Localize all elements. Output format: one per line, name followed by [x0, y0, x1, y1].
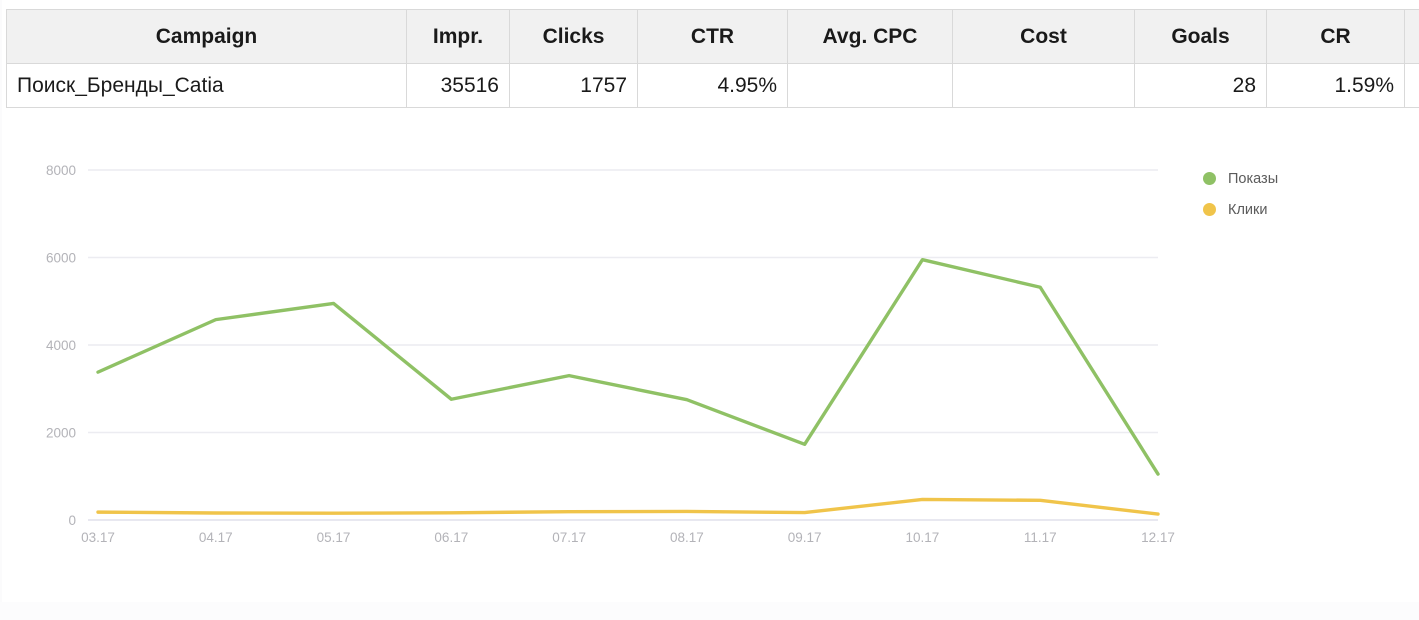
x-axis-tick-label: 10.17 [906, 530, 940, 545]
column-header-cost[interactable]: Cost [952, 9, 1135, 64]
y-axis-tick-label: 0 [68, 513, 76, 528]
column-header-goals[interactable]: Goals [1134, 9, 1267, 64]
cell-overflow [1404, 63, 1419, 108]
legend-label-clicks: Клики [1228, 201, 1268, 218]
chart-series-line[interactable] [96, 257, 1160, 476]
campaign-report-table-container: Campaign Impr. Clicks CTR Avg. CPC Cost … [6, 9, 1419, 108]
x-axis-tick-label: 04.17 [199, 530, 233, 545]
y-axis-tick-label: 8000 [46, 163, 76, 178]
cell-impr: 35516 [406, 63, 510, 108]
x-axis-tick-label: 09.17 [788, 530, 822, 545]
column-header-campaign[interactable]: Campaign [6, 9, 407, 64]
x-axis-tick-label: 12.17 [1141, 530, 1175, 545]
table-header-row: Campaign Impr. Clicks CTR Avg. CPC Cost … [6, 9, 1419, 64]
cell-avg-cpc [787, 63, 953, 108]
cell-goals: 28 [1134, 63, 1267, 108]
y-axis-tick-label: 4000 [46, 338, 76, 353]
chart-legend: Показы Клики [1203, 163, 1383, 225]
x-axis-tick-label: 06.17 [434, 530, 468, 545]
x-axis-tick-label: 08.17 [670, 530, 704, 545]
x-axis-tick-label: 03.17 [81, 530, 115, 545]
campaign-report-table: Campaign Impr. Clicks CTR Avg. CPC Cost … [6, 9, 1419, 108]
x-axis-tick-label: 11.17 [1024, 530, 1057, 545]
report-screenshot: Campaign Impr. Clicks CTR Avg. CPC Cost … [0, 0, 1419, 620]
chart-series-line[interactable] [96, 497, 1160, 516]
column-header-ctr[interactable]: CTR [637, 9, 788, 64]
legend-item-clicks[interactable]: Клики [1203, 194, 1383, 225]
legend-color-dot-icon [1203, 203, 1216, 216]
column-header-overflow [1404, 9, 1419, 64]
column-header-avg-cpc[interactable]: Avg. CPC [787, 9, 953, 64]
x-axis-tick-label: 07.17 [552, 530, 586, 545]
legend-item-impressions[interactable]: Показы [1203, 163, 1383, 194]
cell-clicks: 1757 [509, 63, 638, 108]
x-axis-tick-label: 05.17 [317, 530, 351, 545]
legend-label-impressions: Показы [1228, 170, 1279, 187]
bottom-edge-rule [0, 602, 1419, 620]
table-row[interactable]: Поиск_Бренды_Catia 35516 1757 4.95% 28 1… [6, 63, 1419, 108]
cell-campaign-name: Поиск_Бренды_Catia [6, 63, 407, 108]
cell-ctr: 4.95% [637, 63, 788, 108]
legend-color-dot-icon [1203, 172, 1216, 185]
column-header-cr[interactable]: CR [1266, 9, 1405, 64]
y-axis-tick-label: 2000 [46, 426, 76, 441]
y-axis-tick-label: 6000 [46, 251, 76, 266]
cell-cr: 1.59% [1266, 63, 1405, 108]
column-header-impr[interactable]: Impr. [406, 9, 510, 64]
column-header-clicks[interactable]: Clicks [509, 9, 638, 64]
cell-cost [952, 63, 1135, 108]
